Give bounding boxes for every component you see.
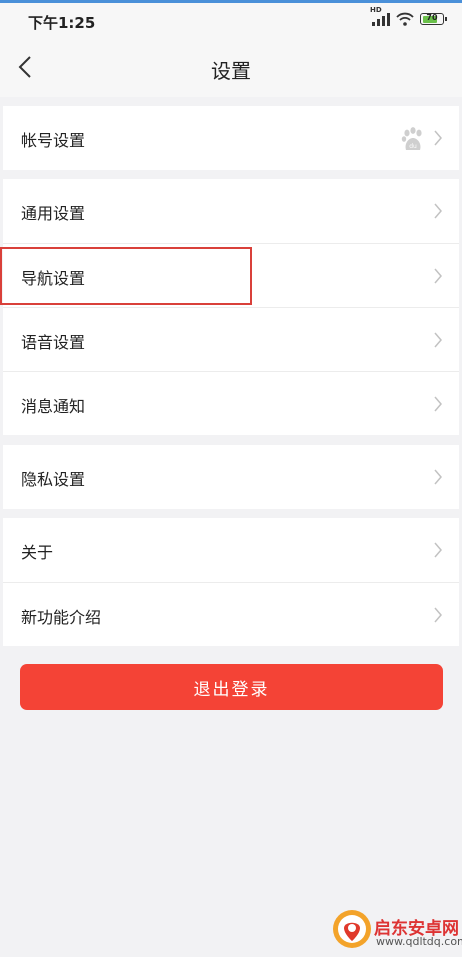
site-watermark: 启东安卓网 www.qdltdq.com (330, 905, 462, 955)
chevron-right-icon (434, 542, 442, 558)
settings-row-notifications[interactable]: 消息通知 (3, 371, 459, 435)
row-label: 帐号设置 (21, 131, 86, 150)
settings-row-account[interactable]: 帐号设置 du (3, 106, 459, 170)
settings-group-about: 关于 新功能介绍 (3, 518, 459, 646)
settings-group-general: 通用设置 导航设置 语音设置 消息通知 (3, 179, 459, 435)
chevron-right-icon (434, 332, 442, 348)
row-label: 消息通知 (21, 397, 86, 416)
chevron-right-icon (434, 607, 442, 623)
chevron-right-icon (434, 396, 442, 412)
watermark-logo-icon (333, 910, 371, 948)
nav-bar: 设置 (0, 37, 462, 97)
page-title: 设置 (211, 59, 251, 83)
chevron-right-icon (434, 268, 442, 284)
signal-icon: HD (370, 6, 390, 26)
settings-group-account: 帐号设置 du (3, 106, 459, 170)
battery-level: 70 (426, 13, 438, 22)
logout-button[interactable]: 退出登录 (20, 664, 443, 710)
status-time: 下午1:25 (28, 14, 96, 32)
row-label: 通用设置 (21, 204, 86, 223)
row-label: 隐私设置 (21, 470, 86, 489)
battery-icon: 70 (420, 13, 447, 25)
settings-row-voice[interactable]: 语音设置 (3, 307, 459, 371)
status-icons: HD 70 (370, 6, 447, 26)
settings-row-general[interactable]: 通用设置 (3, 179, 459, 243)
row-label: 关于 (21, 543, 54, 562)
status-bar: 下午1:25 HD 70 (0, 3, 462, 37)
row-label: 新功能介绍 (21, 608, 102, 627)
svg-text:du: du (409, 143, 417, 150)
watermark-url: www.qdltdq.com (376, 935, 462, 948)
settings-row-new-features[interactable]: 新功能介绍 (3, 582, 459, 646)
settings-group-privacy: 隐私设置 (3, 445, 459, 509)
wifi-icon (396, 12, 414, 26)
chevron-right-icon (434, 469, 442, 485)
network-type-label: HD (370, 6, 382, 14)
highlight-annotation-box (0, 247, 252, 305)
chevron-right-icon (434, 203, 442, 219)
settings-row-privacy[interactable]: 隐私设置 (3, 445, 459, 509)
settings-row-about[interactable]: 关于 (3, 518, 459, 582)
row-label: 语音设置 (21, 333, 86, 352)
baidu-paw-icon: du (401, 127, 422, 150)
chevron-right-icon (434, 130, 442, 146)
